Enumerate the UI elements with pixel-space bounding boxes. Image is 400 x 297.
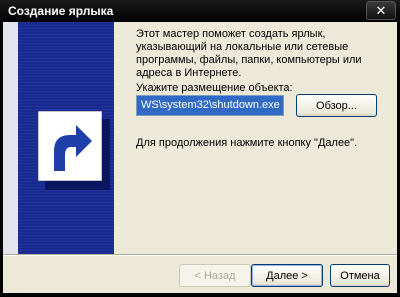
intro-text: Этот мастер поможет создать ярлык, указы… [136, 28, 362, 79]
window-title: Создание ярлыка [8, 4, 114, 18]
browse-button[interactable]: Обзор... [296, 94, 377, 117]
banner-edge [3, 22, 18, 254]
browse-button-label: Обзор... [316, 99, 357, 112]
next-button[interactable]: Далее > [251, 264, 323, 287]
shortcut-wizard-window: Создание ярлыка ✕ Этот мастер поможет со… [0, 0, 400, 297]
dialog-body: Этот мастер поможет создать ярлык, указы… [3, 22, 397, 293]
cancel-button-label: Отмена [340, 269, 380, 282]
wizard-banner [3, 22, 114, 254]
shortcut-arrow-icon [38, 111, 102, 181]
next-button-label: Далее > [266, 269, 308, 282]
location-input[interactable]: WS\system32\shutdown.exe -t 01 -r -f [136, 95, 284, 116]
cancel-button[interactable]: Отмена [330, 264, 390, 287]
close-icon: ✕ [375, 3, 387, 18]
back-button-label: < Назад [194, 269, 236, 282]
close-button[interactable]: ✕ [366, 1, 396, 20]
continue-hint: Для продолжения нажмите кнопку "Далее". [136, 137, 358, 149]
button-separator [3, 254, 397, 256]
wizard-content: Этот мастер поможет создать ярлык, указы… [114, 22, 397, 254]
location-label: Укажите размещение объекта: [136, 82, 293, 94]
title-bar[interactable]: Создание ярлыка ✕ [0, 0, 400, 22]
back-button[interactable]: < Назад [179, 264, 251, 287]
